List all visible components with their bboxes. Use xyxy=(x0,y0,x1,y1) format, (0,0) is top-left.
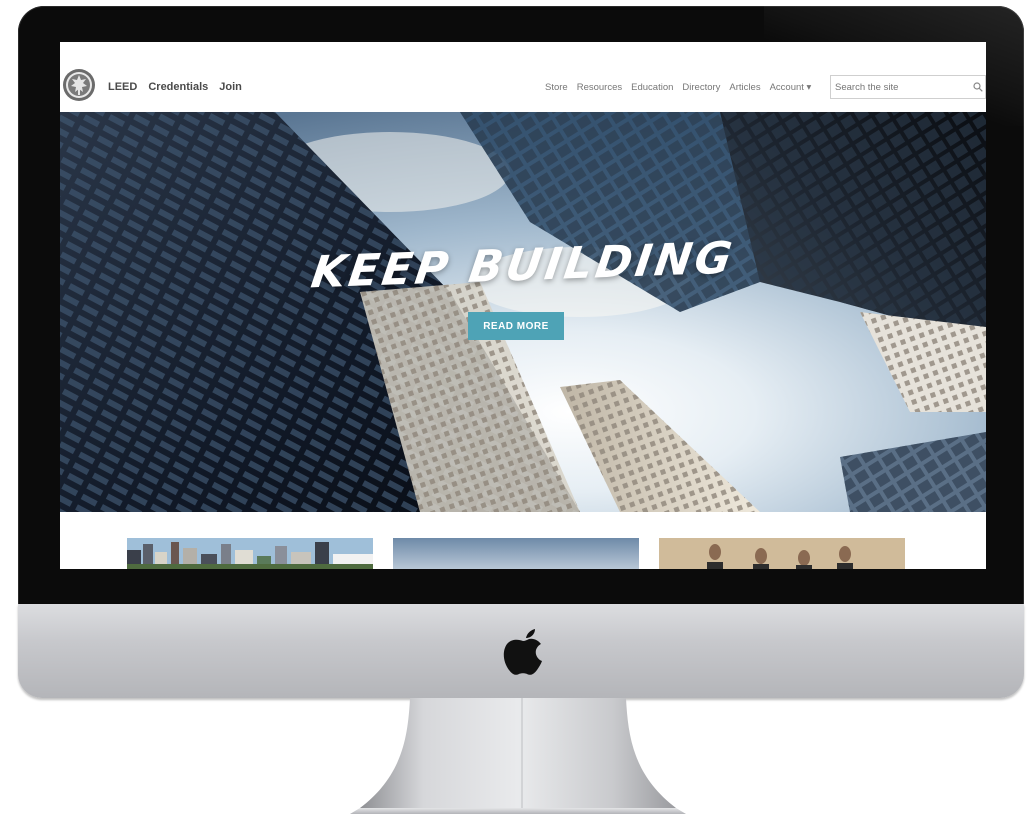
card-image-skyline[interactable] xyxy=(127,538,373,569)
card-image-people[interactable] xyxy=(659,538,905,569)
nav-link-store[interactable]: Store xyxy=(545,82,568,93)
nav-link-articles[interactable]: Articles xyxy=(729,82,760,93)
search-icon[interactable] xyxy=(973,82,983,92)
nav-link-education[interactable]: Education xyxy=(631,82,673,93)
nav-link-credentials[interactable]: Credentials xyxy=(148,81,208,93)
imac-stand xyxy=(350,698,686,814)
feature-cards xyxy=(60,512,986,569)
search-box xyxy=(830,75,986,99)
read-more-button[interactable]: READ MORE xyxy=(468,312,564,340)
screen: LEED Credentials Join Store Resources Ed… xyxy=(60,42,986,569)
site-header: LEED Credentials Join Store Resources Ed… xyxy=(60,42,986,112)
nav-link-directory[interactable]: Directory xyxy=(682,82,720,93)
hero-banner: KEEP BUILDING READ MORE xyxy=(60,112,986,512)
nav-link-join[interactable]: Join xyxy=(219,81,242,93)
nav-link-account[interactable]: Account ▾ xyxy=(770,82,812,93)
primary-nav: LEED Credentials Join xyxy=(108,81,242,93)
secondary-nav: Store Resources Education Directory Arti… xyxy=(545,82,811,93)
nav-link-leed[interactable]: LEED xyxy=(108,81,137,93)
apple-logo-icon xyxy=(503,629,542,675)
logo-seal-icon[interactable] xyxy=(62,68,96,102)
search-input[interactable] xyxy=(835,77,967,97)
nav-link-resources[interactable]: Resources xyxy=(577,82,622,93)
card-image-sky[interactable] xyxy=(393,538,639,569)
